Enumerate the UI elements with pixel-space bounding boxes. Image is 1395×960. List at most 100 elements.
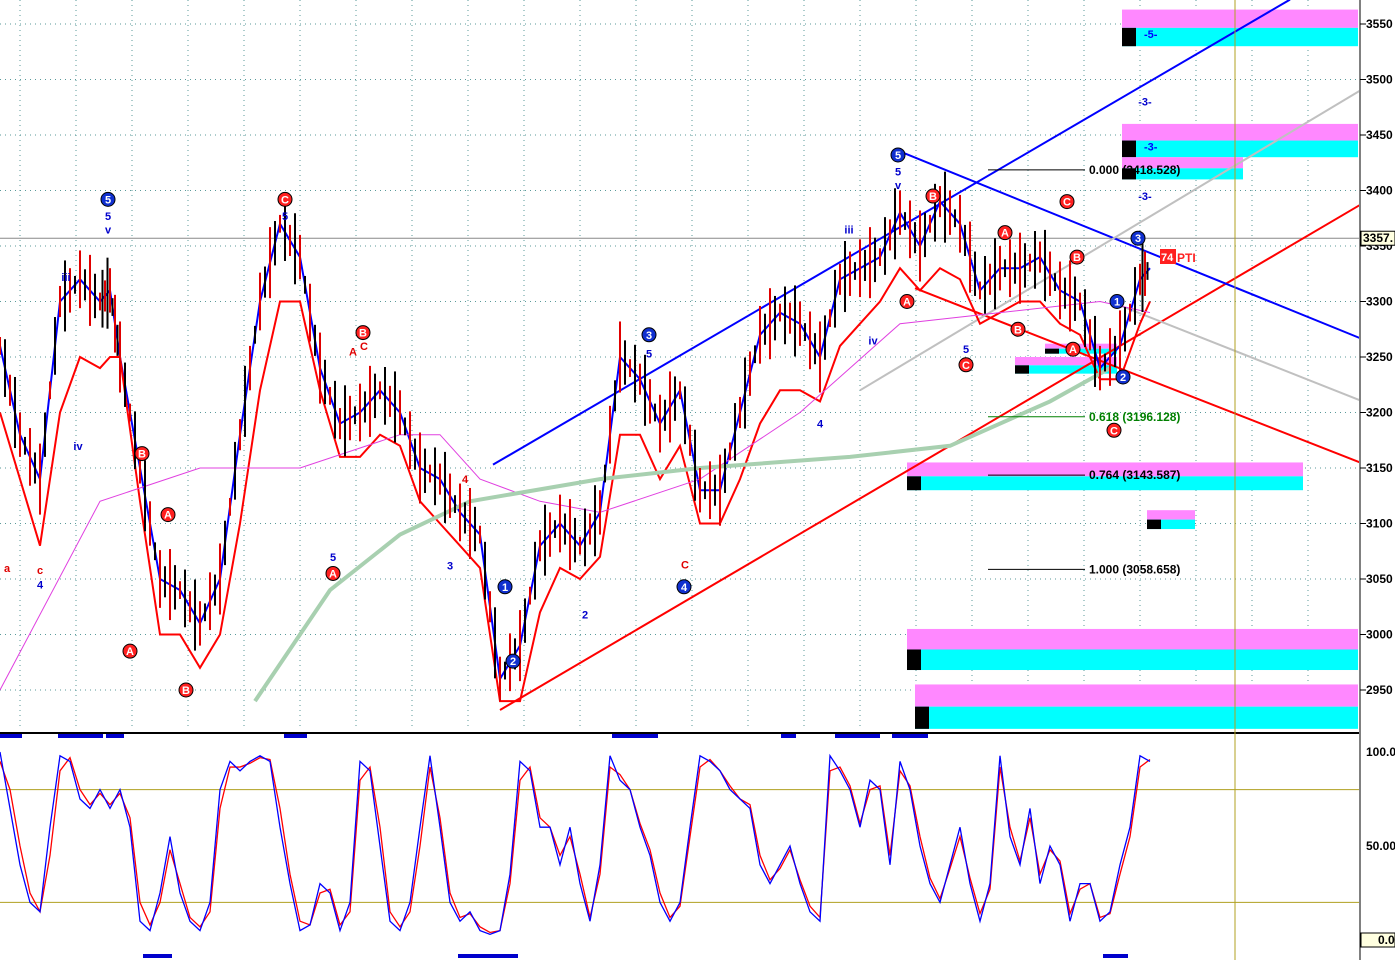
wave-label: -3-	[1138, 97, 1152, 109]
price-tick-label: 3400	[1366, 184, 1393, 198]
signal-marker	[284, 734, 307, 738]
wave-label: 3	[447, 561, 453, 573]
zone-marker	[915, 706, 929, 729]
wave-label: 1	[502, 582, 508, 594]
wave-label: 5	[282, 211, 288, 223]
pti-value: 74	[1161, 252, 1174, 264]
wave-label: 5	[105, 211, 111, 223]
price-tick-label: 3450	[1366, 128, 1393, 142]
osc-last-label: 0.0	[1378, 933, 1395, 947]
zone-marker	[1045, 348, 1059, 354]
price-tick-label: 3250	[1366, 350, 1393, 364]
wave-label: C	[281, 194, 289, 206]
wave-label: 5	[330, 552, 336, 564]
wave-label: B	[138, 449, 146, 461]
price-tick-label: 3500	[1366, 73, 1393, 87]
wave-label: B	[1014, 324, 1022, 336]
wave-label: 5	[895, 150, 901, 162]
wave-label: iv	[73, 441, 83, 453]
wave-label: 2	[510, 656, 516, 668]
fib-label: 0.764 (3143.587)	[1089, 468, 1180, 482]
pti-text: PTI	[1177, 251, 1196, 265]
price-tick-label: 3150	[1366, 461, 1393, 475]
wave-label: A	[903, 297, 911, 309]
signal-marker	[143, 954, 172, 958]
price-tick-label: 3300	[1366, 295, 1393, 309]
wave-label: A	[1001, 228, 1009, 240]
wave-label: 4	[817, 419, 824, 431]
signal-marker	[835, 734, 880, 738]
price-tick-label: 2950	[1366, 683, 1393, 697]
zone-magenta	[915, 684, 1358, 707]
wave-label: 3	[1135, 233, 1141, 245]
wave-label: C	[360, 341, 368, 353]
zone-marker	[907, 476, 921, 491]
wave-label: a	[4, 563, 11, 575]
wave-label: B	[929, 191, 937, 203]
last-price-label: 3357.	[1363, 231, 1393, 245]
wave-label: C	[681, 560, 689, 572]
wave-label: A	[164, 510, 172, 522]
signal-marker	[612, 734, 658, 738]
wave-label: v	[105, 224, 112, 236]
osc-tick-label: 100.0	[1366, 745, 1395, 759]
zone-cyan	[907, 649, 1358, 671]
signal-marker	[106, 734, 124, 738]
zone-marker	[907, 649, 921, 671]
wave-label: B	[359, 328, 367, 340]
wave-label: A	[329, 568, 337, 580]
signal-marker	[1103, 954, 1128, 958]
signal-marker	[458, 954, 518, 958]
wave-label: iii	[61, 272, 70, 284]
zone-magenta	[1122, 9, 1358, 28]
wave-label: B	[182, 685, 190, 697]
wave-label: 4	[462, 474, 469, 486]
price-chart: -5- -3- 0.000 (3418.528) 0.618 (3196.128) 0…	[0, 0, 1395, 960]
osc-tick-label: 50.00	[1366, 839, 1395, 853]
zone-marker	[1015, 365, 1029, 374]
wave-label: A	[1069, 344, 1077, 356]
zone-cyan	[915, 706, 1358, 729]
fib-label: 0.618 (3196.128)	[1089, 410, 1180, 424]
signal-marker	[0, 734, 22, 738]
wave-label: C	[1110, 425, 1118, 437]
zone-marker	[1122, 140, 1136, 158]
signal-marker	[892, 734, 928, 738]
wave-label: 2	[1120, 372, 1126, 384]
wave-label: B	[1073, 252, 1081, 264]
wave-label: A	[126, 646, 134, 658]
zone-magenta	[1147, 510, 1195, 520]
wave-label: 5	[105, 194, 111, 206]
price-tick-label: 3200	[1366, 406, 1393, 420]
wave-label: 5	[646, 349, 652, 361]
wave-label: 1	[1114, 297, 1120, 309]
wave-label: iii	[844, 224, 853, 236]
wave-label: C	[1063, 197, 1071, 209]
wave-label: iv	[868, 335, 878, 347]
wave-label: 2	[582, 610, 588, 622]
zone-marker	[1147, 519, 1161, 530]
wave-label: 5	[895, 167, 901, 179]
price-tick-label: 3100	[1366, 517, 1393, 531]
price-tick-label: 3050	[1366, 572, 1393, 586]
zone-marker	[1122, 27, 1136, 47]
wave-label: 5	[963, 344, 969, 356]
wave-label: A	[349, 346, 357, 358]
signal-marker	[781, 734, 796, 738]
zone-label: -5-	[1144, 29, 1158, 41]
signal-marker	[58, 734, 103, 738]
fib-label: 0.000 (3418.528)	[1089, 163, 1180, 177]
zone-label: -3-	[1144, 142, 1158, 154]
price-tick-label: 3550	[1366, 17, 1393, 31]
zone-magenta	[1122, 123, 1358, 141]
wave-label: -3-	[1138, 191, 1152, 203]
wave-label: C	[962, 360, 970, 372]
wave-label: 4	[37, 580, 44, 592]
wave-label: 3	[646, 330, 652, 342]
wave-label: v	[895, 180, 902, 192]
zone-magenta	[1045, 343, 1117, 349]
wave-label: 4	[681, 582, 688, 594]
zone-magenta	[907, 628, 1358, 650]
wave-label: c	[37, 565, 43, 577]
price-tick-label: 3000	[1366, 628, 1393, 642]
